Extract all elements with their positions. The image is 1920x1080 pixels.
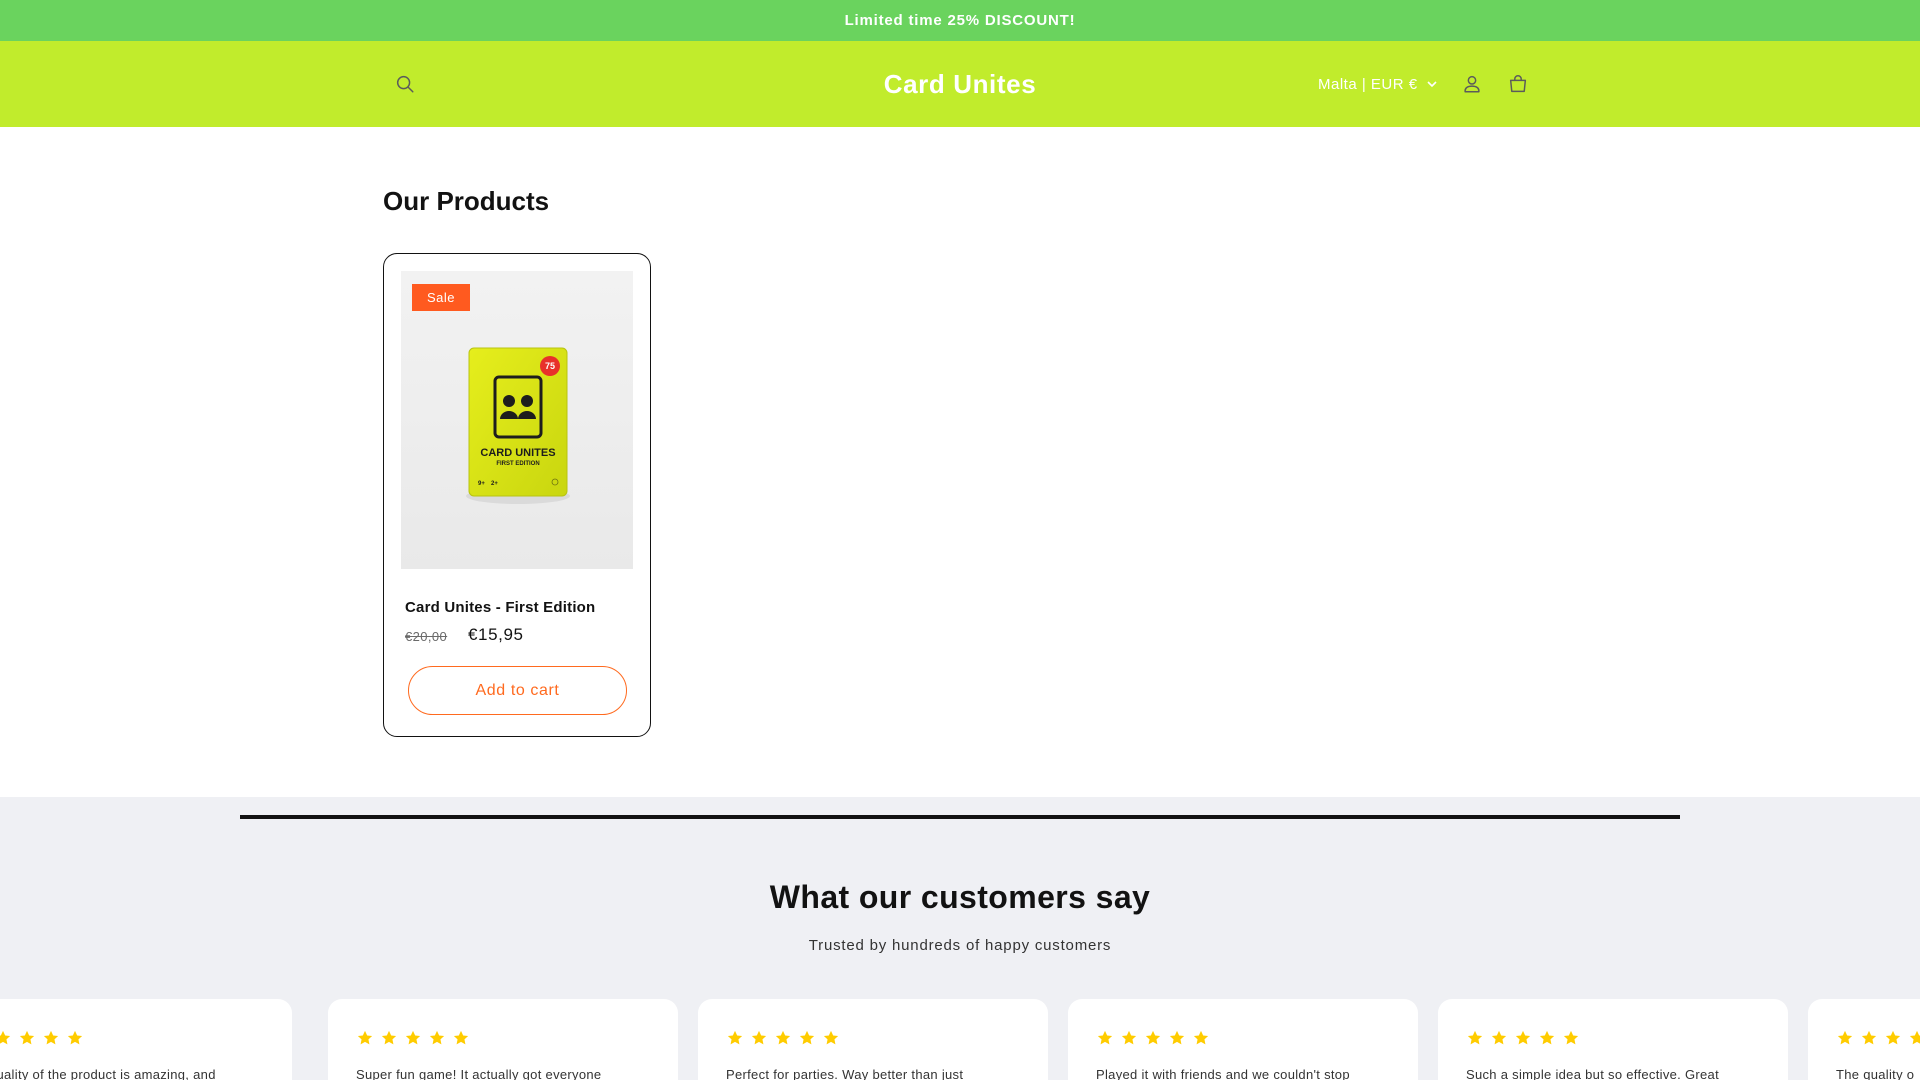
star-icon	[357, 1030, 373, 1045]
review-text: Played it with friends and we couldn't s…	[1096, 1067, 1350, 1080]
review-card: Played it with friends and we couldn't s…	[1068, 999, 1418, 1080]
star-icon	[751, 1030, 767, 1045]
star-icon	[1837, 1030, 1853, 1045]
star-icon	[1563, 1030, 1579, 1045]
star-icon	[67, 1030, 83, 1045]
review-text: Super fun game! It actually got everyone	[356, 1067, 602, 1080]
star-icon	[1097, 1030, 1113, 1045]
star-icon	[799, 1030, 815, 1045]
star-icon	[1861, 1030, 1877, 1045]
review-text: Perfect for parties. Way better than jus…	[726, 1067, 964, 1080]
price-compare: €20,00	[405, 629, 448, 644]
star-rating	[1836, 1029, 1920, 1047]
star-icon	[1515, 1030, 1531, 1045]
star-icon	[381, 1030, 397, 1045]
star-icon	[1467, 1030, 1483, 1045]
review-text: he quality of the product is amazing, an…	[0, 1067, 216, 1080]
star-icon	[1145, 1030, 1161, 1045]
review-card: The quality o	[1808, 999, 1920, 1080]
star-icon	[1193, 1030, 1209, 1045]
players-label: 2+	[491, 481, 498, 487]
star-icon	[1491, 1030, 1507, 1045]
age-label: 9+	[478, 481, 485, 487]
card-box-image: 75 CARD UNITES FIRST EDITION 9+ 2+	[401, 271, 633, 569]
star-rating	[1096, 1029, 1210, 1047]
section-divider	[240, 815, 1680, 819]
star-icon	[1909, 1030, 1920, 1045]
box-label: CARD UNITES	[480, 447, 555, 459]
review-card: Perfect for parties. Way better than jus…	[698, 999, 1048, 1080]
review-text: Such a simple idea but so effective. Gre…	[1466, 1067, 1719, 1080]
announcement-text: Limited time 25% DISCOUNT!	[844, 12, 1076, 29]
cart-icon[interactable]	[1500, 66, 1536, 102]
star-rating	[356, 1029, 470, 1047]
star-icon	[429, 1030, 445, 1045]
reviews-title: What our customers say	[769, 879, 1151, 915]
review-card: Super fun game! It actually got everyone	[328, 999, 678, 1080]
star-icon	[1885, 1030, 1901, 1045]
product-image[interactable]: 75 CARD UNITES FIRST EDITION 9+ 2+	[401, 271, 633, 569]
star-icon	[727, 1030, 743, 1045]
locale-label: Malta | EUR €	[1318, 75, 1418, 93]
edition-label: FIRST EDITION	[496, 461, 539, 467]
section-title: Our Products	[383, 186, 550, 216]
star-icon	[775, 1030, 791, 1045]
search-icon[interactable]	[387, 66, 423, 102]
locale-selector[interactable]: Malta | EUR €	[1318, 65, 1438, 103]
account-icon[interactable]	[1454, 66, 1490, 102]
reviews-subtitle: Trusted by hundreds of happy customers	[808, 937, 1112, 954]
review-text: The quality o	[1836, 1067, 1915, 1080]
reviews-section: What our customers say Trusted by hundre…	[0, 797, 1920, 1080]
star-rating	[1466, 1029, 1580, 1047]
add-to-cart-button[interactable]: Add to cart	[408, 666, 627, 715]
site-logo[interactable]: Card Unites	[860, 41, 1060, 127]
star-icon	[405, 1030, 421, 1045]
review-card: he quality of the product is amazing, an…	[0, 999, 292, 1080]
site-header: Card Unites Malta | EUR €	[0, 41, 1920, 127]
sale-badge: Sale	[412, 284, 470, 311]
product-title[interactable]: Card Unites - First Edition	[405, 599, 595, 616]
star-icon	[823, 1030, 839, 1045]
count-badge: 75	[545, 361, 555, 371]
star-icon	[1169, 1030, 1185, 1045]
star-icon	[453, 1030, 469, 1045]
star-icon	[1539, 1030, 1555, 1045]
star-icon	[43, 1030, 59, 1045]
star-icon	[19, 1030, 35, 1045]
star-icon	[1121, 1030, 1137, 1045]
product-card[interactable]: 75 CARD UNITES FIRST EDITION 9+ 2+ Sale …	[383, 253, 651, 737]
review-card: Such a simple idea but so effective. Gre…	[1438, 999, 1788, 1080]
star-rating	[0, 1029, 84, 1047]
price-sale: €15,95	[468, 625, 524, 644]
chevron-down-icon	[1427, 81, 1437, 88]
star-rating	[726, 1029, 840, 1047]
announcement-bar: Limited time 25% DISCOUNT!	[0, 0, 1920, 41]
star-icon	[0, 1030, 11, 1045]
